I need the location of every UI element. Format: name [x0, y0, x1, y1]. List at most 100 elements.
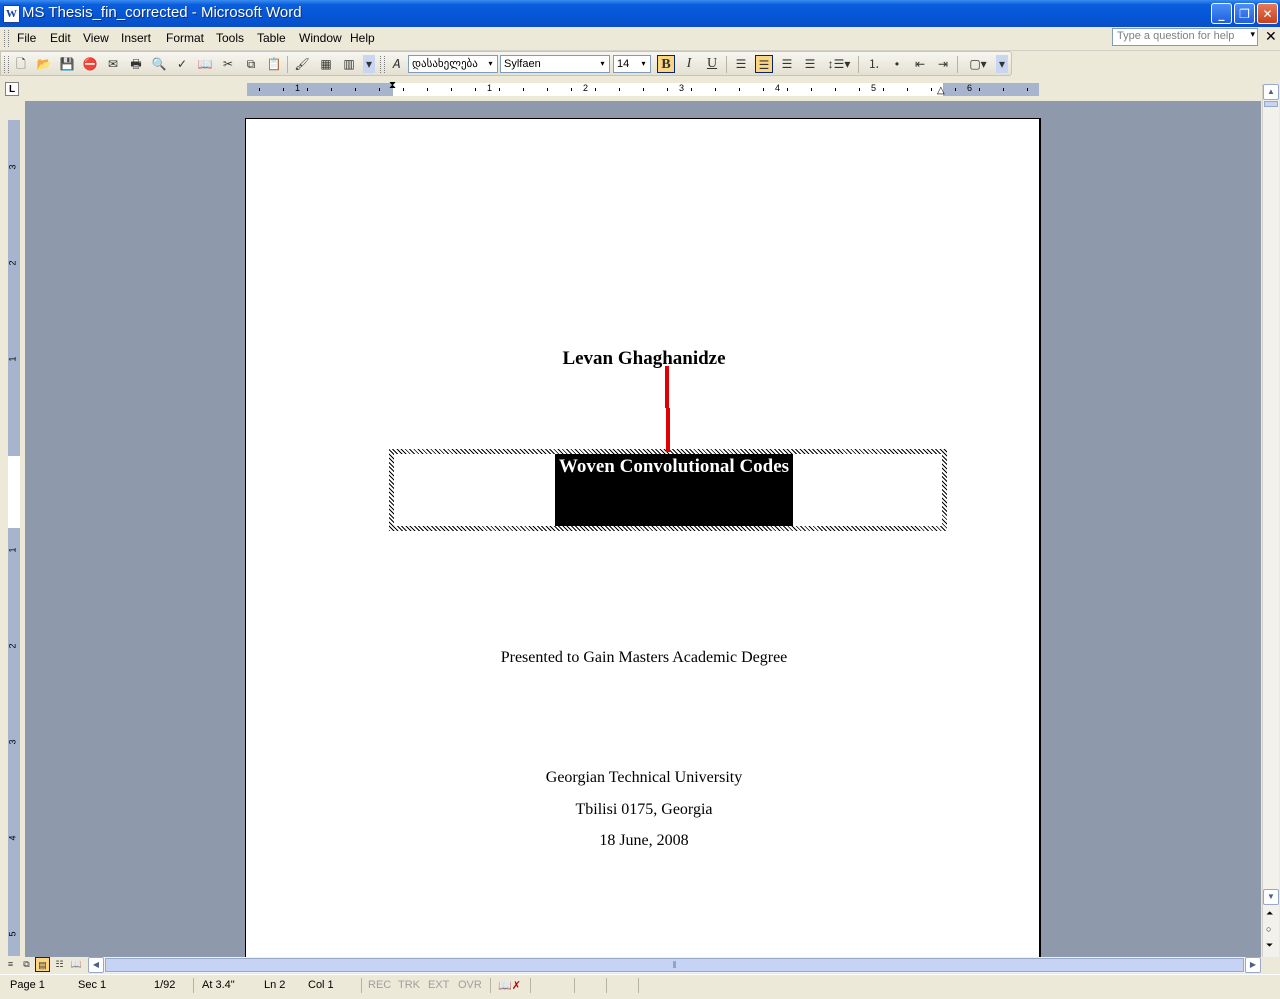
open-folder-icon[interactable]: 📂 [35, 55, 53, 73]
insert-table-icon[interactable]: ▦ [317, 55, 335, 73]
print-layout-icon[interactable]: ▤ [35, 957, 50, 972]
menu-help[interactable]: Help [350, 31, 375, 45]
permission-icon[interactable]: ⛔ [81, 55, 99, 73]
status-separator [530, 978, 531, 993]
research-icon[interactable]: 📖 [196, 55, 214, 73]
ruler-tick [835, 88, 836, 91]
scroll-up-icon[interactable]: ▲ [1263, 84, 1279, 100]
menu-edit[interactable]: Edit [50, 31, 71, 45]
align-left-icon[interactable]: ☰ [732, 55, 750, 73]
menu-insert[interactable]: Insert [121, 31, 151, 45]
font-combo[interactable]: Sylfaen ▾ [500, 55, 610, 73]
print-preview-icon[interactable]: 🔍 [150, 55, 168, 73]
align-center-icon[interactable]: ☰ [755, 55, 773, 73]
document-page[interactable]: Levan Ghaghanidze Woven Convolutional Co… [245, 118, 1041, 958]
styles-pane-icon[interactable]: 𝐴 [387, 55, 405, 73]
city-line[interactable]: Tbilisi 0175, Georgia [246, 801, 1039, 819]
ruler-tick [595, 88, 596, 91]
copy-icon[interactable]: ⧉ [242, 55, 260, 73]
minimize-button[interactable]: _ [1211, 3, 1232, 24]
line-spacing-icon[interactable]: ↕☰▾ [824, 55, 854, 73]
font-size-combo[interactable]: 14 ▾ [613, 55, 651, 73]
horizontal-ruler[interactable]: 1 1 2 3 4 5 6 ⧗ △ [247, 80, 1039, 96]
format-toolbar-grip[interactable] [380, 56, 385, 73]
reading-layout-icon[interactable]: 📖 [69, 957, 84, 972]
italic-button[interactable]: I [680, 55, 698, 73]
status-ovr[interactable]: OVR [458, 979, 482, 991]
outline-view-icon[interactable]: ☷ [52, 957, 67, 972]
cut-icon[interactable]: ✂ [219, 55, 237, 73]
status-page: Page 1 [10, 979, 45, 991]
help-search-input[interactable]: Type a question for help ▾ [1112, 28, 1258, 46]
presented-line[interactable]: Presented to Gain Masters Academic Degre… [246, 649, 1039, 667]
normal-view-icon[interactable]: ≡ [3, 957, 18, 972]
align-right-icon[interactable]: ☰ [778, 55, 796, 73]
new-document-icon[interactable]: 🗋 [12, 55, 30, 73]
document-close-icon[interactable]: ✕ [1265, 28, 1277, 45]
increase-indent-icon[interactable]: ⇥ [934, 55, 952, 73]
toolbar-options-icon[interactable]: ▾ [996, 55, 1008, 73]
chevron-down-icon[interactable]: ▾ [1250, 29, 1255, 40]
word-icon[interactable]: W [3, 5, 20, 23]
menu-file[interactable]: File [17, 31, 36, 45]
menu-format[interactable]: Format [166, 31, 204, 45]
scroll-left-icon[interactable]: ◀ [88, 957, 104, 973]
indent-marker-icon[interactable]: ⧗ [389, 80, 396, 91]
decrease-indent-icon[interactable]: ⇤ [911, 55, 929, 73]
chevron-down-icon[interactable]: ▾ [485, 57, 496, 71]
document-title[interactable]: Woven Convolutional Codes [555, 456, 793, 478]
ruler-tick [691, 88, 692, 91]
style-combo[interactable]: დასახელება ▾ [408, 55, 498, 73]
bold-button[interactable]: B [657, 55, 675, 73]
chevron-down-icon[interactable]: ▾ [638, 57, 649, 71]
spelling-status-icon[interactable]: 📖✗ [498, 979, 521, 992]
justify-icon[interactable]: ☰ [801, 55, 819, 73]
scroll-down-icon[interactable]: ▼ [1263, 889, 1279, 905]
columns-icon[interactable]: ▥ [340, 55, 358, 73]
close-button[interactable]: ✕ [1257, 3, 1278, 24]
red-annotation-line [665, 366, 669, 408]
web-layout-icon[interactable]: ⧉ [19, 957, 34, 972]
status-ext[interactable]: EXT [428, 979, 449, 991]
borders-icon[interactable]: ▢▾ [963, 55, 993, 73]
print-icon[interactable]: 🖶 [127, 55, 145, 73]
chevron-down-icon[interactable]: ▾ [597, 57, 608, 71]
ruler-tick [979, 88, 980, 91]
horizontal-scrollbar[interactable]: ◀ ⦀ ▶ [88, 957, 1261, 973]
menu-window[interactable]: Window [299, 31, 342, 45]
restore-button[interactable]: ❐ [1234, 3, 1255, 24]
ruler-number: 3 [7, 739, 18, 745]
next-page-icon[interactable]: ⏷ [1266, 940, 1273, 951]
scroll-thumb[interactable]: ⦀ [105, 958, 1244, 972]
numbering-icon[interactable]: ⒈ [865, 55, 883, 73]
format-painter-icon[interactable]: 🖌 [293, 55, 311, 73]
spelling-icon[interactable]: ✓ [173, 55, 191, 73]
select-browse-object-icon[interactable]: ○ [1266, 924, 1271, 934]
university-line[interactable]: Georgian Technical University [246, 769, 1039, 787]
email-icon[interactable]: ✉ [104, 55, 122, 73]
scroll-thumb[interactable] [1264, 101, 1278, 107]
toolbar-options-icon[interactable]: ▾ [363, 55, 375, 73]
paste-icon[interactable]: 📋 [265, 55, 283, 73]
menu-tools[interactable]: Tools [216, 31, 244, 45]
scroll-right-icon[interactable]: ▶ [1245, 957, 1261, 973]
tab-selector[interactable]: L [5, 82, 19, 96]
menu-grip[interactable] [4, 30, 9, 47]
right-indent-marker-icon[interactable]: △ [937, 85, 945, 96]
underline-button[interactable]: U [703, 55, 721, 73]
ruler-tick [547, 88, 548, 91]
ruler-tick [955, 88, 956, 91]
vertical-scrollbar[interactable]: ▲ ▼ ⏶ ○ ⏷ [1262, 84, 1279, 957]
toolbar-grip[interactable] [4, 56, 9, 73]
vertical-ruler[interactable]: 3 2 1 1 2 3 4 5 [8, 120, 20, 956]
date-line[interactable]: 18 June, 2008 [246, 832, 1039, 850]
bullets-icon[interactable]: • [888, 55, 906, 73]
status-column: Col 1 [308, 979, 334, 991]
status-trk[interactable]: TRK [398, 979, 420, 991]
previous-page-icon[interactable]: ⏶ [1266, 908, 1273, 919]
status-rec[interactable]: REC [368, 979, 391, 991]
save-icon[interactable]: 💾 [58, 55, 76, 73]
menu-table[interactable]: Table [257, 31, 286, 45]
author-name[interactable]: Levan Ghaghanidze [246, 348, 1039, 370]
menu-view[interactable]: View [83, 31, 109, 45]
